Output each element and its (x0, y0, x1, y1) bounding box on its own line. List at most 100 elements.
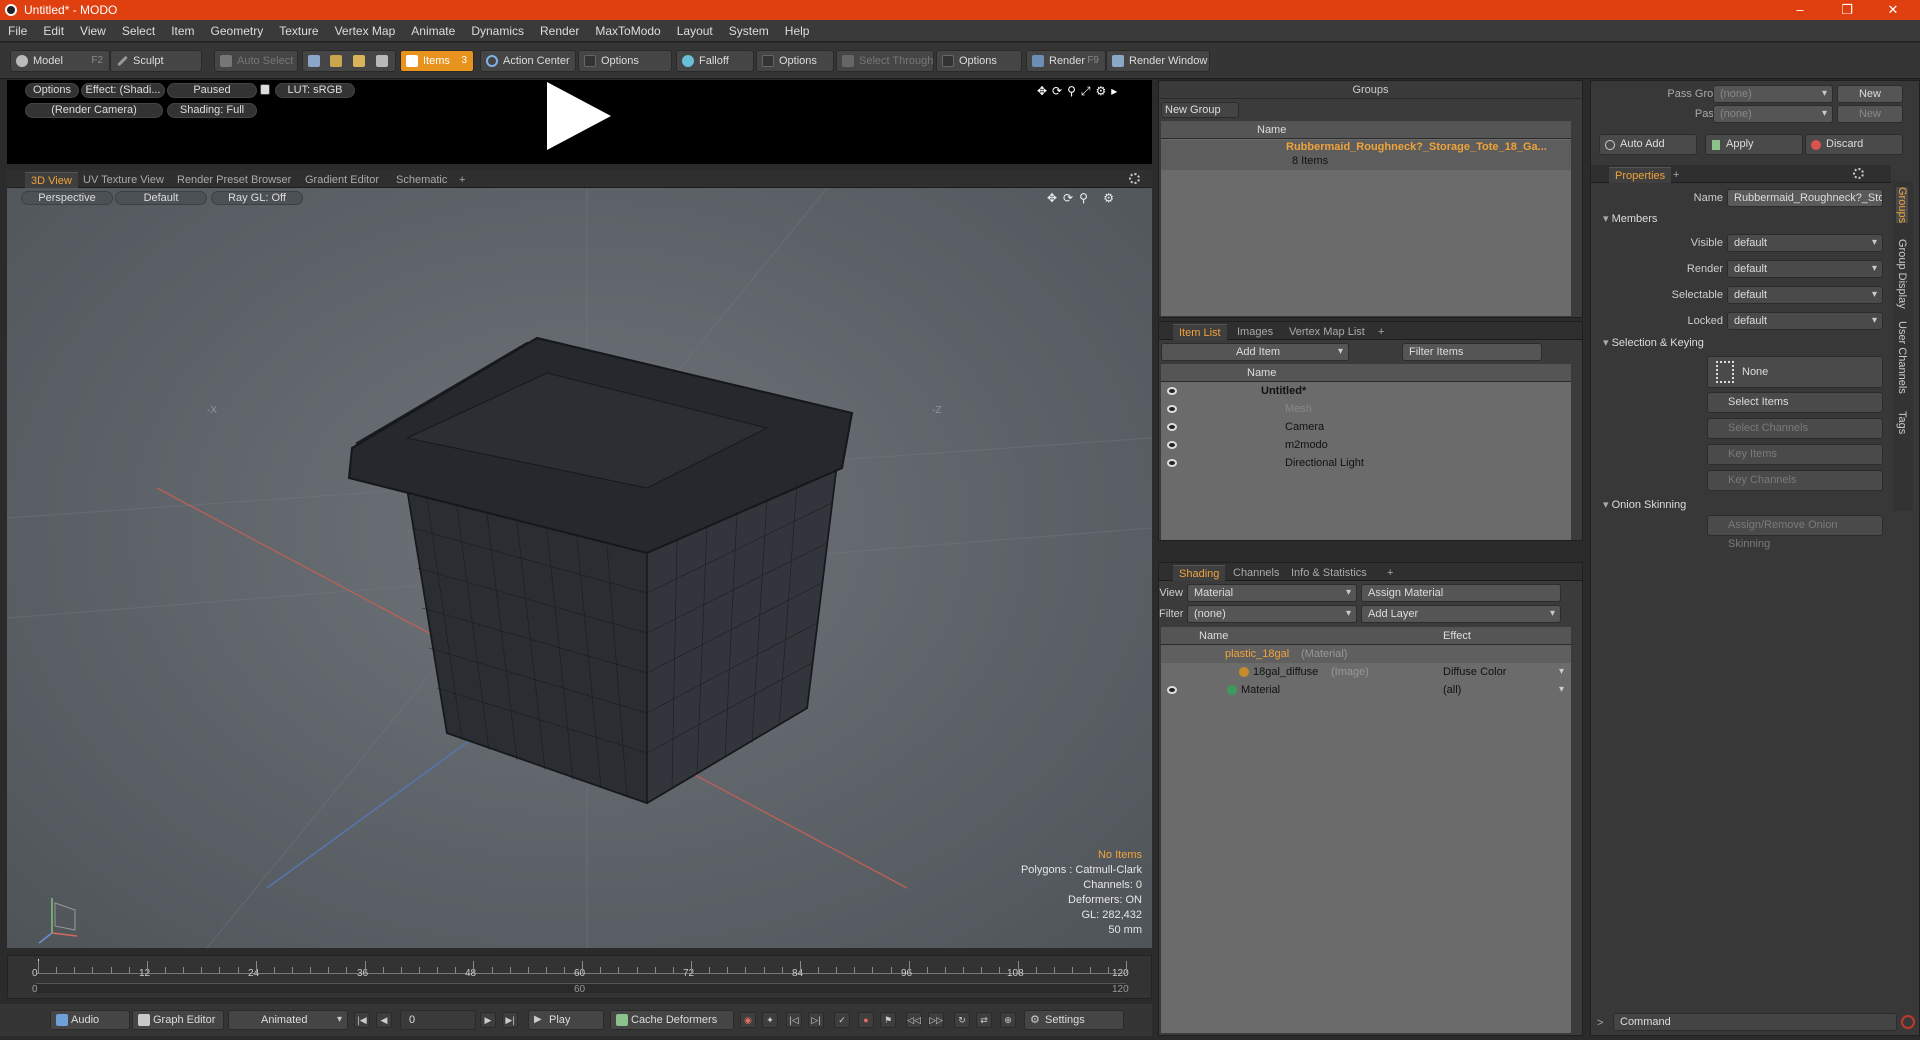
menu-render[interactable]: Render (532, 20, 587, 42)
tab-info-statistics[interactable]: Info & Statistics (1285, 565, 1373, 581)
render-button[interactable]: Render F9 (1026, 50, 1106, 72)
new-pass-button[interactable]: New (1837, 105, 1903, 123)
vtab-tags[interactable]: Tags (1896, 411, 1908, 434)
visibility-eye-icon[interactable] (1167, 686, 1177, 694)
menu-file[interactable]: File (0, 20, 35, 42)
model-mode-button[interactable]: Model F2 (10, 50, 110, 72)
loop-icon[interactable]: ↻ (954, 1012, 970, 1028)
cache-deformers-button[interactable]: Cache Deformers (610, 1010, 734, 1030)
shader-row[interactable]: Material (all) (1161, 681, 1571, 699)
viewport-gear-icon[interactable] (1129, 173, 1140, 184)
falloff-button[interactable]: Falloff (676, 50, 754, 72)
filter-dropdown[interactable]: (none) (1187, 605, 1357, 623)
materials-icon[interactable] (376, 55, 388, 67)
list-item[interactable]: Camera (1161, 418, 1571, 436)
list-item[interactable]: Mesh (1161, 400, 1571, 418)
next-frame-icon[interactable]: ▶ (480, 1012, 496, 1028)
key-filter-icon[interactable]: ⚑ (880, 1012, 896, 1028)
camera-dropdown[interactable]: (Render Camera) (25, 103, 163, 118)
visibility-eye-icon[interactable] (1167, 441, 1177, 449)
prev-marker-icon[interactable]: ◁◁ (906, 1012, 922, 1028)
command-history-icon[interactable] (1901, 1015, 1915, 1029)
menu-dynamics[interactable]: Dynamics (463, 20, 532, 42)
menu-edit[interactable]: Edit (35, 20, 72, 42)
menu-maxtomodo[interactable]: MaxToModo (587, 20, 668, 42)
add-tab-button[interactable]: + (1381, 565, 1399, 581)
frame-input[interactable]: 0 (400, 1010, 476, 1030)
list-item[interactable]: m2modo (1161, 436, 1571, 454)
menu-help[interactable]: Help (777, 20, 818, 42)
menu-item[interactable]: Item (163, 20, 202, 42)
first-frame-icon[interactable]: |◀ (354, 1012, 370, 1028)
close-button[interactable]: ✕ (1878, 2, 1908, 18)
polygons-icon[interactable] (353, 55, 365, 67)
play-icon[interactable] (547, 82, 611, 150)
vtab-group-display[interactable]: Group Display (1896, 239, 1908, 309)
tab-images[interactable]: Images (1231, 324, 1279, 340)
select-items-button[interactable]: Select Items (1707, 392, 1883, 413)
auto-select-button[interactable]: Auto Select (214, 50, 298, 72)
tab-schematic[interactable]: Schematic (390, 172, 453, 188)
next-key-icon[interactable]: ▷| (808, 1012, 824, 1028)
record-key-icon[interactable]: ◉ (740, 1012, 756, 1028)
render-dropdown[interactable]: default (1727, 260, 1883, 278)
shading-dropdown[interactable]: Shading: Full (167, 103, 257, 118)
falloff-options-button[interactable]: Options (756, 50, 834, 72)
timeline[interactable]: 0 12 24 36 48 60 72 84 96 108 120 0 60 1… (7, 955, 1152, 999)
lock-icon[interactable] (260, 84, 270, 95)
action-center-options-button[interactable]: Options (578, 50, 672, 72)
menu-texture[interactable]: Texture (271, 20, 326, 42)
selection-keying-section[interactable]: Selection & Keying (1603, 336, 1704, 349)
tab-render-preset-browser[interactable]: Render Preset Browser (171, 172, 297, 188)
shader-row[interactable]: 18gal_diffuse (Image) Diffuse Color (1161, 663, 1571, 681)
preview-nav-icons[interactable]: ✥⟳⚲⤢⚙▸ (1037, 84, 1122, 99)
properties-gear-icon[interactable] (1853, 168, 1864, 179)
key-all-icon[interactable]: ✦ (762, 1012, 778, 1028)
tab-properties[interactable]: Properties (1609, 167, 1672, 183)
add-layer-dropdown[interactable]: Add Layer (1361, 605, 1561, 623)
onion-skinning-section[interactable]: Onion Skinning (1603, 498, 1687, 511)
add-tab-button[interactable]: + (1667, 167, 1685, 183)
key-options-icon[interactable]: ✓ (834, 1012, 850, 1028)
visibility-eye-icon[interactable] (1167, 423, 1177, 431)
play-button[interactable]: ▶ Play (528, 1010, 604, 1030)
shader-row[interactable]: plastic_18gal (Material) (1161, 645, 1571, 663)
sculpt-mode-button[interactable]: Sculpt (110, 50, 202, 72)
graph-editor-button[interactable]: Graph Editor (132, 1010, 224, 1030)
visibility-eye-icon[interactable] (1167, 459, 1177, 467)
locked-dropdown[interactable]: default (1727, 312, 1883, 330)
effect-dropdown[interactable]: Effect: (Shadi... (81, 83, 165, 98)
passes-dropdown[interactable]: (none) (1713, 105, 1833, 123)
tab-vertex-map-list[interactable]: Vertex Map List (1283, 324, 1371, 340)
menu-select[interactable]: Select (114, 20, 163, 42)
assign-onion-skinning-button[interactable]: Assign/Remove Onion Skinning (1707, 515, 1883, 550)
tab-item-list[interactable]: Item List (1173, 324, 1227, 340)
select-through-options-button[interactable]: Options (936, 50, 1022, 72)
last-frame-icon[interactable]: ▶| (502, 1012, 518, 1028)
tab-channels[interactable]: Channels (1227, 565, 1285, 581)
filter-items-input[interactable]: Filter Items (1402, 343, 1542, 361)
tab-shading[interactable]: Shading (1173, 565, 1226, 581)
view-dropdown[interactable]: Material (1187, 584, 1357, 602)
items-mode-button[interactable]: Items 3 (400, 50, 474, 72)
action-center-button[interactable]: Action Center (480, 50, 576, 72)
selectable-dropdown[interactable]: default (1727, 286, 1883, 304)
apply-button[interactable]: Apply (1705, 134, 1803, 155)
settings-button[interactable]: ⚙ Settings (1024, 1010, 1124, 1030)
visibility-eye-icon[interactable] (1167, 387, 1177, 395)
tab-gradient-editor[interactable]: Gradient Editor (299, 172, 385, 188)
vertices-icon[interactable] (308, 55, 320, 67)
menu-system[interactable]: System (721, 20, 777, 42)
group-row[interactable]: Rubbermaid_Roughneck?_Storage_Tote_18_Ga… (1161, 140, 1571, 170)
minimize-button[interactable]: – (1785, 2, 1815, 18)
members-section[interactable]: Members (1603, 212, 1658, 225)
storage-tote-mesh[interactable] (347, 336, 854, 805)
tab-3d-view[interactable]: 3D View (25, 172, 78, 188)
render-window-button[interactable]: Render Window (1106, 50, 1210, 72)
audio-button[interactable]: Audio (50, 1010, 130, 1030)
auto-key-icon[interactable]: ● (858, 1012, 874, 1028)
auto-add-button[interactable]: Auto Add (1599, 134, 1697, 155)
menu-layout[interactable]: Layout (669, 20, 721, 42)
discard-button[interactable]: Discard (1805, 134, 1903, 155)
list-item[interactable]: Directional Light (1161, 454, 1571, 472)
